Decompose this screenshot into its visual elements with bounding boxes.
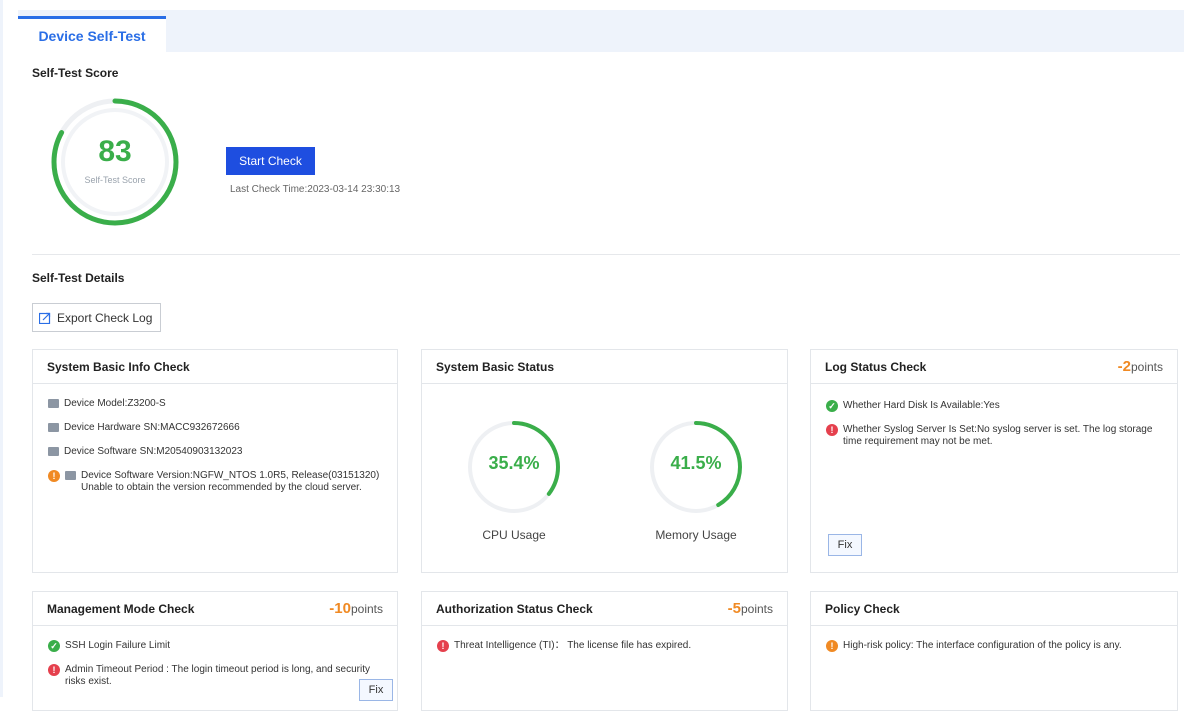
warning-icon: ! — [48, 470, 60, 482]
auth-item-ti: ! Threat Intelligence (TI)： The license … — [437, 640, 777, 652]
points-suffix: points — [740, 602, 773, 616]
software-version-text: Device Software Version:NGFW_NTOS 1.0R5,… — [81, 470, 380, 493]
tab-device-self-test[interactable]: Device Self-Test — [18, 16, 166, 52]
points-deduction: -5points — [728, 600, 773, 617]
memory-usage-value: 41.5% — [670, 453, 722, 473]
policy-check-card: Policy Check ! High-risk policy: The int… — [810, 591, 1178, 711]
check-icon: ✓ — [826, 400, 838, 412]
warning-icon: ! — [826, 640, 838, 652]
card-title: System Basic Info Check — [47, 359, 190, 374]
hardware-icon — [48, 423, 59, 432]
last-check-time: Last Check Time:2023-03-14 23:30:13 — [230, 184, 401, 195]
hardware-sn-text: Device Hardware SN:MACC932672666 — [64, 422, 240, 433]
points-deduction: -10points — [329, 600, 383, 617]
self-test-score-heading: Self-Test Score — [32, 66, 119, 80]
fix-button[interactable]: Fix — [359, 679, 393, 701]
card-title: System Basic Status — [436, 359, 555, 374]
self-test-details-heading: Self-Test Details — [32, 271, 125, 285]
export-check-log-label: Export Check Log — [57, 310, 153, 325]
cpu-usage-value: 35.4% — [488, 453, 540, 473]
points-deduction: -2points — [1118, 358, 1163, 375]
card-title: Authorization Status Check — [436, 601, 593, 616]
start-check-button[interactable]: Start Check — [226, 147, 315, 175]
tab-bar: Device Self-Test — [18, 10, 1184, 52]
log-item-hard-disk: ✓ Whether Hard Disk Is Available:Yes — [826, 400, 1166, 412]
device-model-row: Device Model:Z3200-S — [48, 398, 166, 410]
error-icon: ! — [48, 664, 60, 676]
software-version-row: ! Device Software Version:NGFW_NTOS 1.0R… — [48, 470, 388, 494]
card-title: Management Mode Check — [47, 601, 195, 616]
score-ring: 83 Self-Test Score — [50, 97, 180, 227]
log-status-card: Log Status Check -2points ✓ Whether Hard… — [810, 349, 1178, 573]
export-icon — [39, 312, 51, 324]
device-model-icon — [48, 399, 59, 408]
mgmt-item-timeout: ! Admin Timeout Period : The login timeo… — [48, 664, 370, 688]
points-value: -2 — [1117, 358, 1131, 375]
mgmt-item-text: SSH Login Failure Limit — [65, 640, 171, 651]
error-icon: ! — [437, 640, 449, 652]
check-icon: ✓ — [48, 640, 60, 652]
points-suffix: points — [350, 602, 383, 616]
policy-item-high-risk: ! High-risk policy: The interface config… — [826, 640, 1171, 652]
memory-usage-label: Memory Usage — [655, 528, 737, 542]
fix-button[interactable]: Fix — [828, 534, 862, 556]
hardware-sn-row: Device Hardware SN:MACC932672666 — [48, 422, 240, 434]
software-sn-row: Device Software SN:M20540903132023 — [48, 446, 242, 458]
software-version-icon — [65, 471, 76, 480]
monitor-icon — [48, 447, 59, 456]
memory-usage-gauge: 41.5% — [649, 420, 743, 514]
error-icon: ! — [826, 424, 838, 436]
section-divider — [32, 254, 1180, 255]
points-value: -10 — [329, 600, 351, 617]
log-item-syslog: ! Whether Syslog Server Is Set:No syslog… — [826, 424, 1166, 448]
log-item-text: Whether Hard Disk Is Available:Yes — [843, 400, 1000, 411]
authorization-status-card: Authorization Status Check -5points ! Th… — [421, 591, 788, 711]
system-basic-info-card: System Basic Info Check Device Model:Z32… — [32, 349, 398, 573]
export-check-log-button[interactable]: Export Check Log — [32, 303, 161, 332]
auth-item-text: Threat Intelligence (TI)： The license fi… — [454, 640, 692, 651]
log-item-text: Whether Syslog Server Is Set:No syslog s… — [843, 424, 1153, 447]
mgmt-item-ssh: ✓ SSH Login Failure Limit — [48, 640, 388, 652]
card-title: Policy Check — [825, 601, 900, 616]
mgmt-item-text: Admin Timeout Period : The login timeout… — [65, 664, 370, 687]
software-sn-text: Device Software SN:M20540903132023 — [64, 446, 243, 457]
cpu-usage-label: CPU Usage — [482, 528, 546, 542]
policy-item-text: High-risk policy: The interface configur… — [843, 640, 1122, 651]
left-edge-strip — [0, 0, 3, 697]
card-title: Log Status Check — [825, 359, 927, 374]
system-basic-status-card: System Basic Status 35.4% CPU Usage 41.5… — [421, 349, 788, 573]
management-mode-card: Management Mode Check -10points ✓ SSH Lo… — [32, 591, 398, 711]
points-value: -5 — [727, 600, 741, 617]
score-value: 83 — [98, 135, 132, 168]
points-suffix: points — [1130, 360, 1163, 374]
score-label: Self-Test Score — [84, 175, 146, 185]
device-model-text: Device Model:Z3200-S — [64, 398, 166, 409]
cpu-usage-gauge: 35.4% — [467, 420, 561, 514]
